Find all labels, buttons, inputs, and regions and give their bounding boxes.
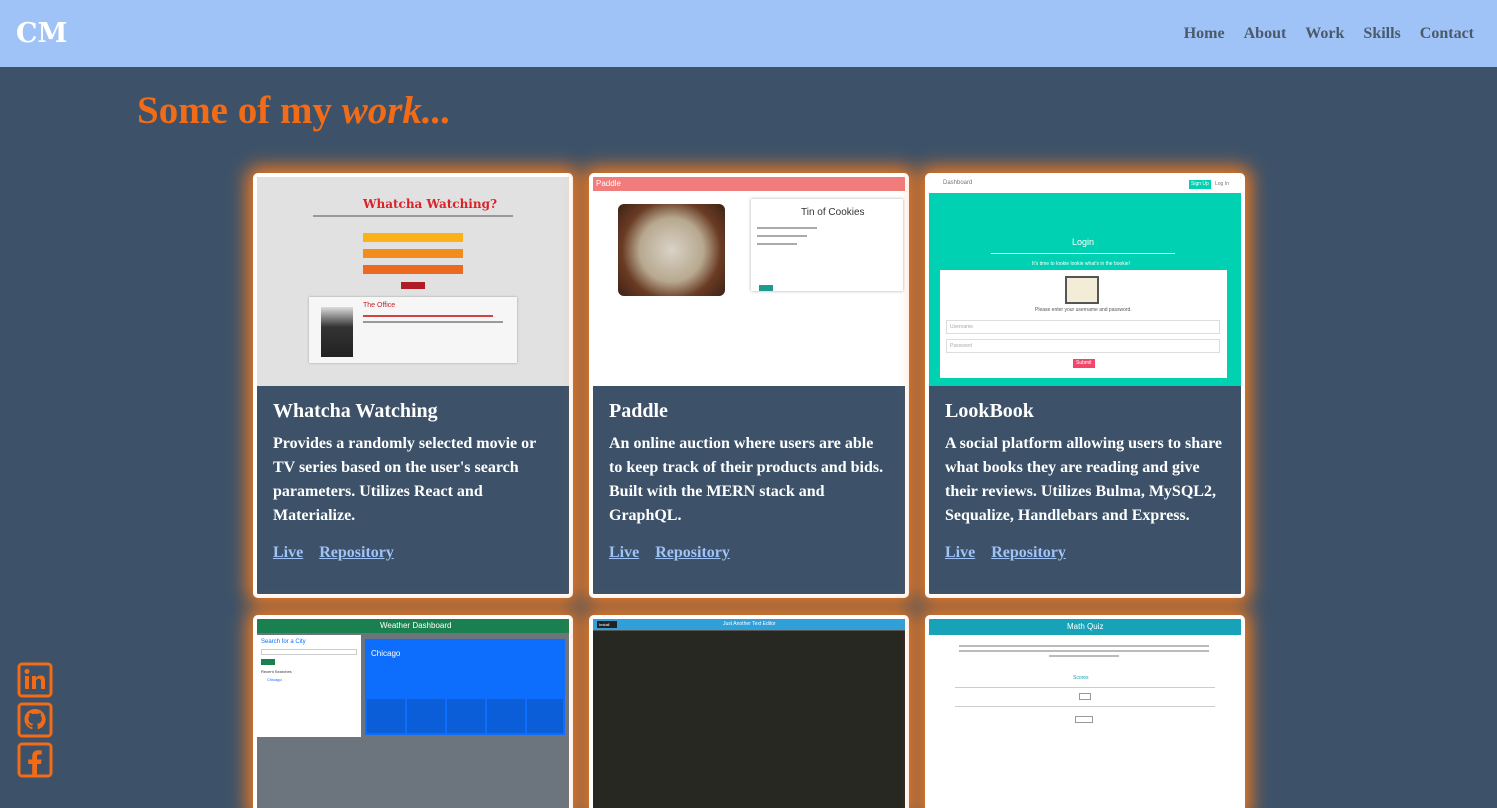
linkedin-icon [17, 662, 53, 698]
preview-result-title: The Office [363, 302, 396, 309]
project-card-whatcha-watching: Whatcha Watching? The Office Whatcha Wat… [253, 173, 573, 598]
project-card-paddle: Paddle Tin of Cookies Paddle An online a… [589, 173, 909, 598]
project-preview-image: Dashboard Sign Up Log In Login It's time… [929, 177, 1241, 386]
nav-link-contact[interactable]: Contact [1420, 25, 1474, 43]
project-card-lookbook: Dashboard Sign Up Log In Login It's time… [925, 173, 1245, 598]
preview-city: Chicago [371, 649, 401, 658]
heading-prefix: Some of my [137, 89, 342, 132]
preview-search-label: Search for a City [261, 639, 306, 645]
preview-recent: Recent Searches [261, 669, 292, 674]
preview-tagline: It's time to lookie lookie what's in the… [1032, 261, 1131, 267]
project-title: Paddle [609, 400, 668, 422]
facebook-link[interactable] [17, 742, 53, 778]
repository-link[interactable]: Repository [991, 544, 1066, 562]
linkedin-link[interactable] [17, 662, 53, 698]
preview-title: Whatcha Watching? [363, 197, 497, 211]
nav-menu: Home About Work Skills Contact [1165, 25, 1474, 43]
project-title: LookBook [945, 400, 1034, 422]
project-preview-image: Whatcha Watching? The Office [257, 177, 569, 386]
navbar: CM Home About Work Skills Contact [0, 0, 1497, 67]
live-link[interactable]: Live [273, 544, 303, 562]
card-body: Whatcha Watching Provides a randomly sel… [257, 386, 569, 562]
github-link[interactable] [17, 702, 53, 738]
live-link[interactable]: Live [945, 544, 975, 562]
repository-link[interactable]: Repository [655, 544, 730, 562]
project-description: An online auction where users are able t… [609, 435, 884, 524]
project-links: Live Repository [273, 544, 553, 562]
project-preview-image: Math Quiz Scores [929, 619, 1241, 808]
preview-prompt: Please enter your username and password. [1035, 307, 1132, 313]
preview-nav: Dashboard [943, 180, 973, 186]
preview-password: Password [950, 343, 972, 349]
nav-link-work[interactable]: Work [1305, 25, 1344, 43]
card-body: LookBook A social platform allowing user… [929, 386, 1241, 562]
project-card-weather-dashboard: Weather Dashboard Search for a City Rece… [253, 615, 573, 808]
project-card-text-editor: Install Just Another Text Editor [589, 615, 909, 808]
facebook-icon [17, 742, 53, 778]
section-heading: Some of my work... [137, 88, 451, 133]
project-preview-image: Paddle Tin of Cookies [593, 177, 905, 386]
preview-header: Weather Dashboard [380, 621, 452, 630]
preview-signup: Sign Up [1191, 181, 1209, 187]
preview-install: Install [599, 622, 610, 627]
preview-heading: Login [1072, 237, 1095, 247]
card-body: Paddle An online auction where users are… [593, 386, 905, 562]
live-link[interactable]: Live [609, 544, 639, 562]
preview-header: Just Another Text Editor [723, 621, 776, 627]
preview-recent-city: Chicago [267, 677, 282, 682]
preview-login: Log In [1215, 181, 1229, 187]
preview-item-title: Tin of Cookies [801, 207, 865, 218]
project-card-math-quiz: Math Quiz Scores [925, 615, 1245, 808]
project-links: Live Repository [609, 544, 889, 562]
nav-link-home[interactable]: Home [1184, 25, 1225, 43]
nav-link-about[interactable]: About [1244, 25, 1287, 43]
project-preview-image: Weather Dashboard Search for a City Rece… [257, 619, 569, 808]
project-links: Live Repository [945, 544, 1225, 562]
preview-brand: Paddle [596, 179, 621, 188]
preview-username: Username [950, 324, 974, 330]
project-description: A social platform allowing users to shar… [945, 435, 1223, 524]
preview-scores: Scores [1073, 675, 1089, 681]
github-icon [17, 702, 53, 738]
project-description: Provides a randomly selected movie or TV… [273, 435, 536, 524]
nav-link-skills[interactable]: Skills [1363, 25, 1400, 43]
preview-submit: Submit [1076, 360, 1092, 366]
project-preview-image: Install Just Another Text Editor [593, 619, 905, 808]
brand-logo[interactable]: CM [16, 18, 67, 49]
preview-header: Math Quiz [1067, 622, 1104, 631]
project-title: Whatcha Watching [273, 400, 438, 422]
repository-link[interactable]: Repository [319, 544, 394, 562]
heading-emphasis: work... [341, 89, 452, 132]
